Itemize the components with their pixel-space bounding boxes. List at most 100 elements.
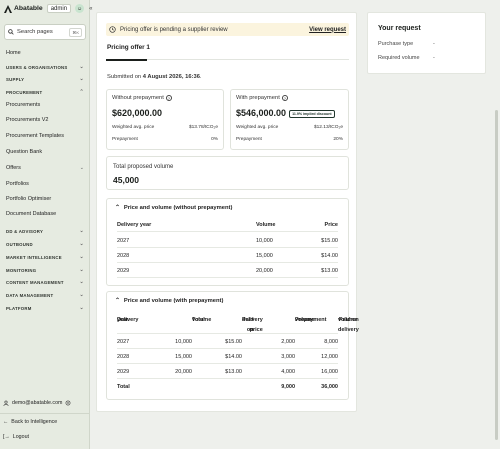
with-prepayment-title: With prepayment? xyxy=(236,95,288,101)
chevron-up-icon: ⌃ xyxy=(115,298,120,304)
sidebar-item-supply[interactable]: SUPPLY ⌄ xyxy=(0,76,90,82)
without-prepayment-card: Without prepayment? $620,000.00 Weighted… xyxy=(106,89,224,150)
table-row: 2027 10,000 $15.00 xyxy=(117,238,338,248)
user-email: demo@abatable.com xyxy=(12,400,63,406)
sidebar-item-data-management[interactable]: DATA MANAGEMENT ⌄ xyxy=(0,292,90,298)
chevron-down-icon: ⌄ xyxy=(79,267,84,273)
table-row: 2028 15,000 $14.00 3,000 12,000 xyxy=(117,354,338,364)
col-prepayment-volume: Prepayment volume xyxy=(242,315,327,325)
sidebar-item-procurement-templates[interactable]: Procurement Templates xyxy=(0,133,90,139)
wap-label: Weighted avg. price xyxy=(112,125,155,130)
submitted-suffix: . xyxy=(199,74,202,80)
table-cell: 16,000 xyxy=(321,369,338,375)
total-volume-value: 45,000 xyxy=(113,175,139,185)
sidebar-item-offers[interactable]: Offers ⌄ xyxy=(0,165,90,171)
notification-icon[interactable]: ☺ xyxy=(75,4,85,13)
required-volume-label: Required volume xyxy=(378,55,420,61)
sidebar-item-label: DATA MANAGEMENT xyxy=(6,292,54,298)
user-icon xyxy=(3,400,9,406)
sidebar-item-label: Home xyxy=(6,50,21,56)
active-tab-indicator xyxy=(106,59,147,61)
table-row: 2029 20,000 $13.00 xyxy=(117,268,338,278)
table-cell: $13.00 xyxy=(225,369,242,375)
page-scrollbar[interactable] xyxy=(495,110,498,440)
total-volume-card: Total proposed volume 45,000 xyxy=(106,156,349,190)
table-cell: 2028 xyxy=(117,354,130,360)
table-cell: 10,000 xyxy=(256,238,273,244)
double-chevron-left-icon[interactable]: « xyxy=(89,6,92,12)
app-logo[interactable]: Abatable xyxy=(4,4,43,13)
total-volume-label: Total proposed volume xyxy=(113,164,174,170)
sidebar-item-question-bank[interactable]: Question Bank xyxy=(0,149,90,155)
sidebar-item-users-organisations[interactable]: USERS & ORGANISATIONS ⌄ xyxy=(0,64,90,70)
logout-link[interactable]: [→ Logout xyxy=(3,434,29,440)
back-to-intelligence-link[interactable]: ← Back to Intelligence xyxy=(3,419,57,425)
wap-value: $13.78/tCO₂e xyxy=(188,125,218,130)
table-cell: 2029 xyxy=(117,369,130,375)
table-cell: 10,000 xyxy=(175,339,192,345)
without-wap-row: Weighted avg. price $13.78/tCO₂e xyxy=(112,125,218,130)
with-total: $546,000.00 xyxy=(236,108,287,118)
help-icon[interactable]: ? xyxy=(281,95,288,101)
table-cell: 2028 xyxy=(117,253,130,259)
user-email-row[interactable]: demo@abatable.com xyxy=(3,400,71,406)
chevron-down-icon: ⌄ xyxy=(79,228,84,234)
col-paid-on-delivery-price: Paid on delivery price xyxy=(192,315,263,333)
purchase-type-value: - xyxy=(433,41,435,47)
logout-icon: [→ xyxy=(3,434,10,440)
table1-header[interactable]: ⌃ Price and volume (without prepayment) xyxy=(115,205,232,211)
view-request-link[interactable]: View request xyxy=(309,27,346,33)
search-input[interactable]: Search pages ⌘K xyxy=(4,24,86,40)
sidebar-item-document-database[interactable]: Document Database xyxy=(0,211,90,217)
sidebar-item-portfolio-optimiser[interactable]: Portfolio Optimiser xyxy=(0,196,90,202)
prepayment-value: 0% xyxy=(211,137,218,142)
sidebar-item-procurements-v2[interactable]: Procurements V2 xyxy=(0,117,90,123)
implied-discount-badge: 11.9% implied discount xyxy=(289,109,335,118)
sidebar-item-platform[interactable]: PLATFORM ⌄ xyxy=(0,305,90,311)
search-shortcut: ⌘K xyxy=(69,27,82,37)
col-delivery-year: Delivery year xyxy=(117,222,152,228)
without-total: $620,000.00 xyxy=(112,108,163,118)
without-prepayment-title: Without prepayment? xyxy=(112,95,172,101)
table2-header[interactable]: ⌃ Price and volume (with prepayment) xyxy=(115,298,223,304)
sidebar-item-portfolios[interactable]: Portfolios xyxy=(0,181,90,187)
sidebar-item-procurements[interactable]: Procurements xyxy=(0,102,90,108)
arrow-left-icon: ← xyxy=(3,419,9,425)
sidebar-item-dd-advisory[interactable]: DD & ADVISORY ⌄ xyxy=(0,228,90,234)
purchase-type-label: Purchase type xyxy=(378,41,414,47)
settings-icon[interactable] xyxy=(65,400,71,406)
sidebar-item-label: Procurements xyxy=(6,102,41,108)
table-cell: $15.00 xyxy=(225,339,242,345)
sidebar-item-content-management[interactable]: CONTENT MANAGEMENT ⌄ xyxy=(0,279,90,285)
table1-header-row: Delivery year Volume Price xyxy=(117,222,338,232)
abatable-logo-icon xyxy=(4,4,12,13)
sidebar-item-procurement[interactable]: PROCUREMENT ⌃ xyxy=(0,89,90,95)
help-icon[interactable]: ? xyxy=(165,95,172,101)
table-cell: 2027 xyxy=(117,238,130,244)
sidebar-item-label: Question Bank xyxy=(6,149,43,155)
price-volume-without-table: ⌃ Price and volume (without prepayment) D… xyxy=(106,198,349,286)
col-price: Price xyxy=(324,222,338,228)
sidebar-item-outbound[interactable]: OUTBOUND ⌄ xyxy=(0,241,90,247)
sidebar-item-monitoring[interactable]: MONITORING ⌄ xyxy=(0,267,90,273)
workspace-select[interactable]: admin xyxy=(46,4,72,13)
table-cell: $15.00 xyxy=(321,238,338,244)
prepayment-value: 20% xyxy=(333,137,343,142)
required-volume-value: - xyxy=(433,55,435,61)
sidebar-item-market-intelligence[interactable]: MARKET INTELLIGENCE ⌄ xyxy=(0,254,90,260)
sidebar-item-label: CONTENT MANAGEMENT xyxy=(6,279,64,285)
tab-pricing-offer-1[interactable]: Pricing offer 1 xyxy=(107,44,150,51)
sidebar-item-label: SUPPLY xyxy=(6,76,25,82)
submitted-prefix: Submitted on xyxy=(107,74,143,80)
app-name: Abatable xyxy=(14,5,43,12)
table-cell: 20,000 xyxy=(256,268,273,274)
status-banner: Pricing offer is pending a supplier revi… xyxy=(106,23,349,36)
col-total-volume: Total volume xyxy=(162,315,211,325)
sidebar-item-label: OUTBOUND xyxy=(6,241,33,247)
col-volume: Volume xyxy=(256,222,276,228)
sidebar-item-label: Portfolios xyxy=(6,181,29,187)
your-request-title: Your request xyxy=(378,25,421,32)
sidebar-item-home[interactable]: Home xyxy=(0,50,90,56)
table-cell: $13.00 xyxy=(321,268,338,274)
table-cell: 3,000 xyxy=(281,354,295,360)
